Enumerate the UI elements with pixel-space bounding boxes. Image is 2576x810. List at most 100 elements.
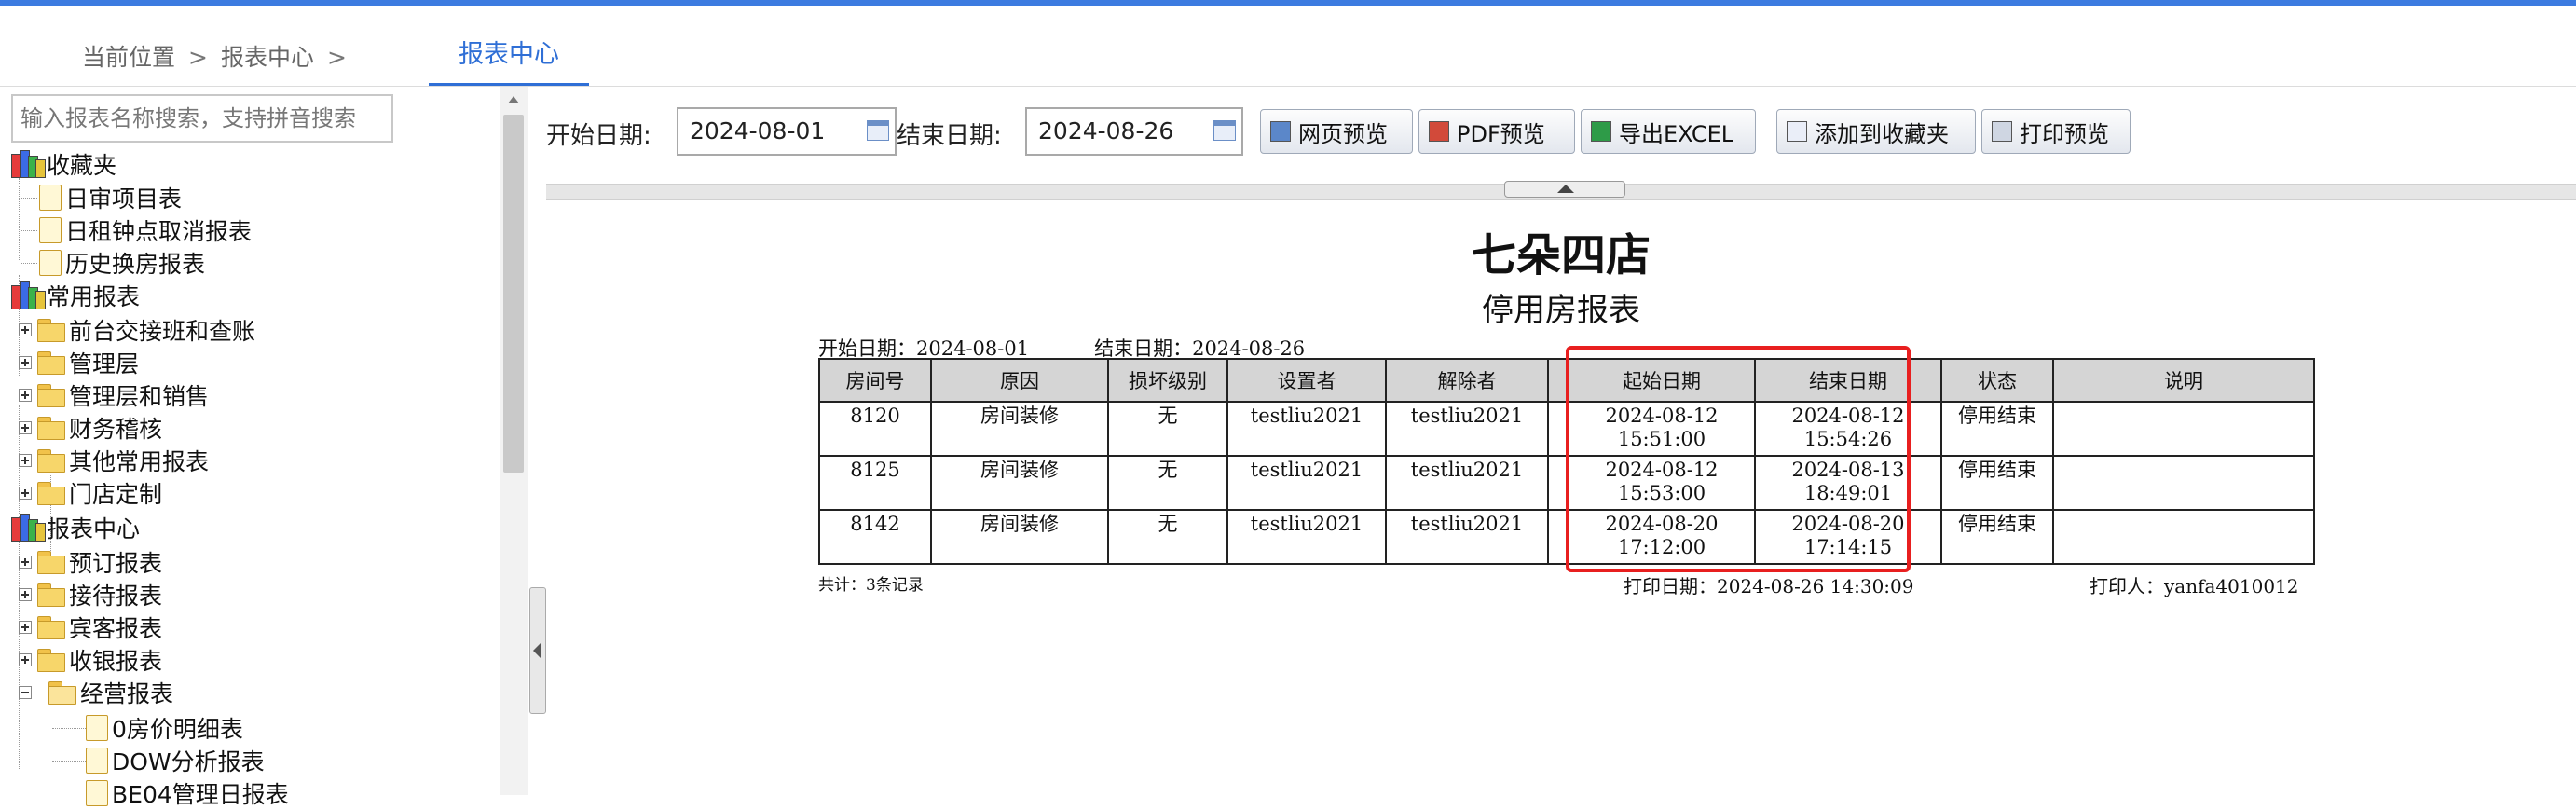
expand-icon[interactable] <box>19 389 32 402</box>
print-preview-button[interactable]: 打印预览 <box>1981 109 2131 154</box>
splitter-collapse-grip[interactable] <box>1504 181 1625 198</box>
web-preview-button[interactable]: 网页预览 <box>1260 109 1413 154</box>
end-date-label: 结束日期: <box>897 122 1002 150</box>
breadcrumb: 当前位置 > 报表中心 > <box>82 39 360 73</box>
cell-level: 无 <box>1107 401 1228 457</box>
expand-icon[interactable] <box>19 556 32 569</box>
folder-icon <box>37 417 65 440</box>
folder-icon <box>37 482 65 505</box>
cell-reason: 房间装修 <box>930 455 1109 511</box>
tree-item-center-4[interactable]: 收银报表 <box>19 644 162 676</box>
folder-icon <box>37 319 65 342</box>
col-room: 房间号 <box>818 358 932 403</box>
cell-reason: 房间装修 <box>930 509 1109 565</box>
scroll-up-arrow-icon[interactable] <box>508 96 519 103</box>
document-icon <box>86 748 108 774</box>
calendar-icon[interactable] <box>867 120 889 141</box>
pdf-preview-button[interactable]: PDF预览 <box>1418 109 1575 154</box>
cell-status: 停用结束 <box>1940 509 2054 565</box>
expand-icon[interactable] <box>19 653 32 666</box>
breadcrumb-current-location: 当前位置 <box>82 44 176 71</box>
cell-setter: testliu2021 <box>1226 401 1387 457</box>
cell-setter: testliu2021 <box>1226 455 1387 511</box>
breadcrumb-report-center[interactable]: 报表中心 <box>221 44 314 71</box>
tree-item-center-5-expanded[interactable]: 经营报表 <box>19 677 173 708</box>
tree-item-business-2[interactable]: DOW分析报表 <box>86 745 265 776</box>
col-releaser: 解除者 <box>1385 358 1549 403</box>
folder-icon <box>37 583 65 607</box>
excel-icon <box>1591 121 1611 142</box>
expand-icon[interactable] <box>19 421 32 434</box>
open-folder-icon <box>48 681 76 705</box>
tree-item-common-2[interactable]: 管理层 <box>19 347 139 378</box>
col-reason: 原因 <box>930 358 1109 403</box>
books-icon <box>9 514 46 542</box>
cell-setter: testliu2021 <box>1226 509 1387 565</box>
document-icon <box>86 715 108 741</box>
tree-common-reports[interactable]: 常用报表 <box>9 280 140 311</box>
tree-item-fav-1[interactable]: 日审项目表 <box>39 182 182 213</box>
tree-item-common-4[interactable]: 财务稽核 <box>19 412 162 444</box>
collapse-icon[interactable] <box>19 686 32 699</box>
cell-note <box>2052 401 2315 457</box>
cell-note <box>2052 509 2315 565</box>
cell-room: 8120 <box>818 401 932 457</box>
tree-report-center[interactable]: 报表中心 <box>9 512 140 543</box>
cell-status: 停用结束 <box>1940 401 2054 457</box>
calendar-icon[interactable] <box>1213 120 1236 141</box>
cell-note <box>2052 455 2315 511</box>
col-note: 说明 <box>2052 358 2315 403</box>
breadcrumb-separator: > <box>326 44 347 71</box>
tree-item-common-1[interactable]: 前台交接班和查账 <box>19 314 255 346</box>
col-status: 状态 <box>1940 358 2054 403</box>
expand-icon[interactable] <box>19 588 32 601</box>
export-excel-button[interactable]: 导出EXCEL <box>1581 109 1756 154</box>
report-subtitle: 停用房报表 <box>1482 292 1640 329</box>
tab-report-center[interactable]: 报表中心 <box>429 6 589 86</box>
report-range-end: 结束日期：2024-08-26 <box>1094 337 1306 360</box>
folder-icon <box>37 449 65 473</box>
favorites-icon <box>1787 121 1807 142</box>
report-search-input[interactable] <box>11 94 393 143</box>
tree-item-fav-3[interactable]: 历史换房报表 <box>39 247 205 279</box>
cell-level: 无 <box>1107 509 1228 565</box>
report-print-date: 打印日期：2024-08-26 14:30:09 <box>1624 575 1914 597</box>
report-range-start: 开始日期：2024-08-01 <box>818 337 1030 360</box>
expand-icon[interactable] <box>19 356 32 369</box>
document-icon <box>86 780 108 806</box>
cell-room: 8142 <box>818 509 932 565</box>
tree-item-fav-2[interactable]: 日租钟点取消报表 <box>39 214 252 246</box>
start-date-value: 2024-08-01 <box>690 117 826 144</box>
folder-icon <box>37 649 65 672</box>
tree-item-common-3[interactable]: 管理层和销售 <box>19 379 209 411</box>
tree-item-business-1[interactable]: 0房价明细表 <box>86 712 243 744</box>
pdf-icon <box>1429 121 1449 142</box>
folder-icon <box>37 551 65 574</box>
tree-item-center-3[interactable]: 宾客报表 <box>19 611 162 643</box>
expand-icon[interactable] <box>19 454 32 467</box>
tab-label: 报表中心 <box>459 40 559 69</box>
tree-item-center-2[interactable]: 接待报表 <box>19 579 162 611</box>
tree-favorites[interactable]: 收藏夹 <box>9 148 116 180</box>
tree-item-center-1[interactable]: 预订报表 <box>19 546 162 578</box>
sidebar-collapse-handle[interactable] <box>529 587 546 714</box>
start-date-input[interactable]: 2024-08-01 <box>677 107 897 156</box>
button-label: PDF预览 <box>1457 120 1545 147</box>
expand-icon[interactable] <box>19 323 32 336</box>
folder-icon <box>37 351 65 375</box>
breadcrumb-bar: 当前位置 > 报表中心 > <box>0 6 2576 87</box>
document-icon <box>39 185 62 211</box>
expand-icon[interactable] <box>19 487 32 500</box>
tree-item-common-5[interactable]: 其他常用报表 <box>19 445 209 476</box>
tree-item-business-3[interactable]: BE04管理日报表 <box>86 777 289 809</box>
document-icon <box>39 250 62 276</box>
tree-item-common-6[interactable]: 门店定制 <box>19 477 162 509</box>
sidebar-scrollbar[interactable] <box>500 87 528 795</box>
books-icon <box>9 281 46 309</box>
add-to-favorites-button[interactable]: 添加到收藏夹 <box>1776 109 1976 154</box>
end-date-input[interactable]: 2024-08-26 <box>1025 107 1243 156</box>
scrollbar-thumb[interactable] <box>503 115 524 473</box>
books-icon <box>9 150 46 178</box>
cell-level: 无 <box>1107 455 1228 511</box>
expand-icon[interactable] <box>19 621 32 634</box>
